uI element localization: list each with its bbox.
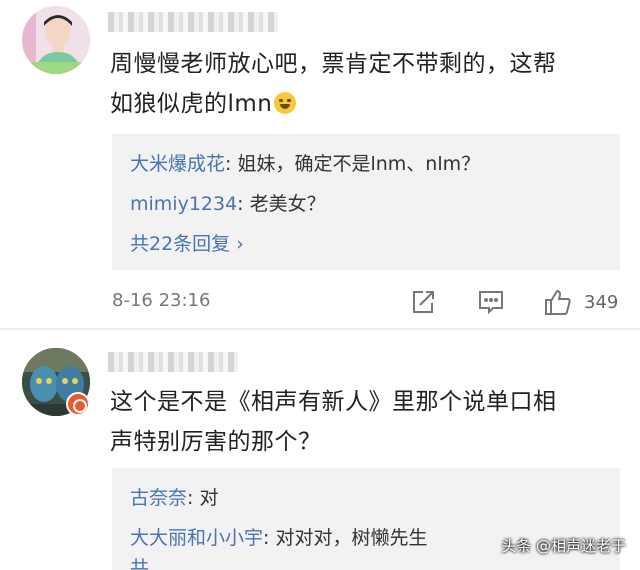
reply-item[interactable]: 大米爆成花: 姐妹，确定不是lnm、nlm？ <box>130 144 602 184</box>
comment-item: 这个是不是《相声有新人》里那个说单口相 声特别厉害的那个？ 古奈奈: 对 大大丽… <box>0 330 640 570</box>
comment-icon <box>479 291 503 315</box>
like-count: 349 <box>584 291 619 313</box>
comment-meta: 8-16 23:16 349 <box>112 288 640 316</box>
comment-line: 如狼似虎的lmn <box>110 84 620 124</box>
share-button[interactable] <box>410 288 436 316</box>
laughing-tears-emoji-icon <box>274 92 297 114</box>
reply-content: : 对 <box>187 487 219 509</box>
comment-line: 声特别厉害的那个？ <box>110 429 322 455</box>
vip-badge-icon <box>66 392 90 416</box>
comment-text: 这个是不是《相声有新人》里那个说单口相 声特别厉害的那个？ <box>110 382 620 462</box>
avatar[interactable] <box>22 6 90 74</box>
comment-text: 周慢慢老师放心吧，票肯定不带剩的，这帮 如狼似虎的lmn <box>110 44 620 124</box>
reply-item[interactable]: 古奈奈: 对 <box>130 478 602 518</box>
comment-line: 这个是不是《相声有新人》里那个说单口相 <box>110 389 557 415</box>
reply-content: : 对对对，树懒先生 <box>263 527 428 549</box>
reply-username[interactable]: 大米爆成花 <box>130 153 225 175</box>
share-icon <box>413 291 434 313</box>
username[interactable] <box>108 12 278 32</box>
username[interactable] <box>108 352 238 372</box>
comment-line: 周慢慢老师放心吧，票肯定不带剩的，这帮 <box>110 51 557 77</box>
reply-box[interactable]: 大米爆成花: 姐妹，确定不是lnm、nlm？ mimiy1234: 老美女？ 共… <box>112 134 620 270</box>
reply-content: : 姐妹，确定不是lnm、nlm？ <box>225 153 481 175</box>
reply-username[interactable]: mimiy1234 <box>130 193 237 215</box>
like-button[interactable]: 349 <box>544 288 618 316</box>
comment-button[interactable] <box>478 288 504 316</box>
reply-content: : 老美女？ <box>237 193 326 215</box>
more-replies-link[interactable]: 共22条回复 › <box>130 224 602 264</box>
watermark: 头条 @相声迷老于 <box>501 537 626 555</box>
reply-username[interactable]: 古奈奈 <box>130 487 187 509</box>
comment-item: 周慢慢老师放心吧，票肯定不带剩的，这帮 如狼似虎的lmn 大米爆成花: 姐妹，确… <box>0 0 640 330</box>
timestamp: 8-16 23:16 <box>112 290 211 311</box>
reply-username[interactable]: 大大丽和小小宇 <box>130 527 263 549</box>
thumbs-up-icon <box>545 289 571 315</box>
more-replies-link[interactable]: 共... <box>130 558 602 570</box>
comment-line-text: 如狼似虎的lmn <box>110 91 273 117</box>
reply-item[interactable]: mimiy1234: 老美女？ <box>130 184 602 224</box>
